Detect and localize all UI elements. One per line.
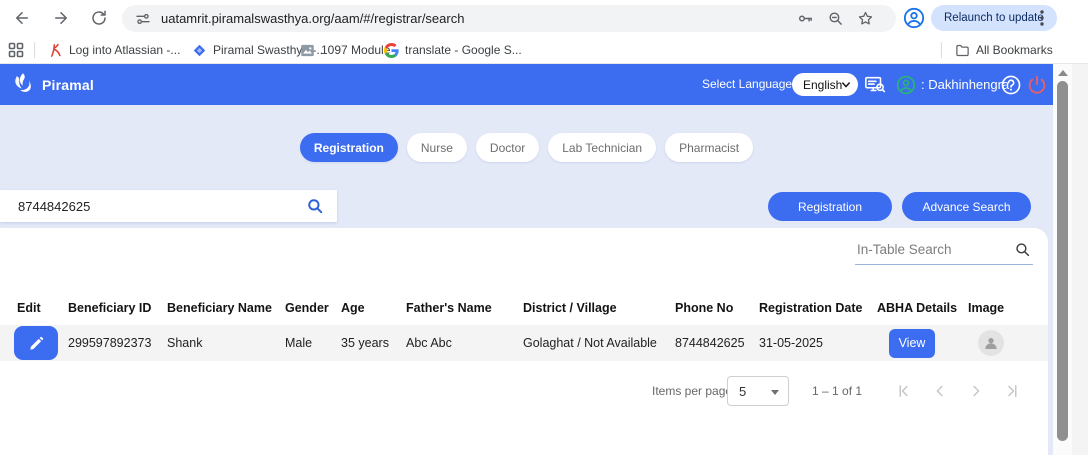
bookmark-label: translate - Google S... [405,43,522,57]
site-info-icon[interactable] [135,11,151,27]
paginator: Items per page: 5 1 – 1 of 1 [0,376,1048,406]
abha-view-button[interactable]: View [889,329,935,358]
browser-menu-icon[interactable] [1033,8,1051,28]
beneficiary-search-input[interactable] [0,190,337,222]
brand-name: Piramal [42,77,94,93]
items-per-page-value: 5 [739,384,746,399]
col-edit: Edit [17,301,68,315]
in-table-search-input[interactable] [855,236,1033,265]
forward-icon[interactable] [52,9,70,27]
page-range-label: 1 – 1 of 1 [812,384,862,398]
browser-toolbar: uatamrit.piramalswasthya.org/aam/#/regis… [0,0,1088,36]
cell-district-village: Golaghat / Not Available [523,336,675,350]
col-district-village: District / Village [523,301,675,315]
chevron-down-icon [771,390,779,395]
col-beneficiary-name: Beneficiary Name [167,301,285,315]
logout-power-icon[interactable] [1026,74,1048,96]
atlassian-bookmark-icon [48,43,63,58]
items-per-page-select[interactable]: 5 [727,376,789,406]
app-header: Piramal Select Language: English : Dakhi… [0,64,1053,105]
logged-in-username: : Dakhinhengra [921,77,1009,92]
google-g-icon [384,43,399,58]
tab-nurse[interactable]: Nurse [407,133,467,162]
user-status-icon [896,75,916,95]
cell-gender: Male [285,336,341,350]
edit-button[interactable] [14,326,58,360]
window-edge-strip [1072,64,1088,455]
role-tabs: Registration Nurse Doctor Lab Technician… [0,133,1053,162]
reload-icon[interactable] [90,9,108,27]
bookmark-label: 1097 Module [321,43,390,57]
tab-pharmacist[interactable]: Pharmacist [665,133,753,162]
items-per-page-label: Items per page: [652,384,735,398]
bookmark-google-translate[interactable]: translate - Google S... [384,41,522,59]
back-icon[interactable] [13,9,31,27]
divider [941,42,942,58]
last-page-icon[interactable] [1003,382,1021,400]
url-text[interactable]: uatamrit.piramalswasthya.org/aam/#/regis… [161,11,464,26]
scrollbar-thumb[interactable] [1057,81,1068,441]
page-viewport: Piramal Select Language: English : Dakhi… [0,64,1053,455]
scroll-up-icon[interactable] [1058,70,1068,76]
col-gender: Gender [285,301,341,315]
cell-age: 35 years [341,336,406,350]
url-bar[interactable]: uatamrit.piramalswasthya.org/aam/#/regis… [122,5,896,32]
beneficiary-avatar [978,330,1004,356]
page-scrollbar[interactable] [1053,64,1072,455]
results-card: Edit Beneficiary ID Beneficiary Name Gen… [0,228,1048,455]
all-bookmarks-label: All Bookmarks [976,43,1053,57]
col-phone-no: Phone No [675,301,759,315]
person-icon [983,335,999,351]
in-table-search [855,236,1033,265]
col-age: Age [341,301,406,315]
module-bookmark-icon [300,43,315,58]
language-value: English [803,78,842,92]
cell-beneficiary-id: 299597892373 [68,336,167,350]
help-icon[interactable] [1000,74,1022,96]
next-page-icon[interactable] [967,382,985,400]
bookmark-label: Log into Atlassian -... [69,43,180,57]
bookmark-1097-module[interactable]: 1097 Module [300,41,390,59]
first-page-icon[interactable] [895,382,913,400]
cell-phone-no: 8744842625 [675,336,759,350]
cell-father-name: Abc Abc [406,336,523,350]
table-row: 299597892373 Shank Male 35 years Abc Abc… [0,325,1048,361]
beneficiary-search [0,190,337,222]
search-icon[interactable] [306,197,324,215]
bookmarks-bar: Log into Atlassian -... Piramal Swasthya… [0,36,1088,64]
pencil-icon [29,336,44,351]
screen: uatamrit.piramalswasthya.org/aam/#/regis… [0,0,1088,455]
col-abha-details: ABHA Details [877,301,968,315]
tab-lab-technician[interactable]: Lab Technician [548,133,656,162]
chevron-down-icon [842,82,850,88]
cell-registration-date: 31-05-2025 [759,336,877,350]
divider [34,42,35,58]
previous-page-icon[interactable] [931,382,949,400]
all-bookmarks-button[interactable]: All Bookmarks [955,41,1053,59]
language-select[interactable]: English [792,73,858,96]
browser-profile-icon[interactable] [903,7,925,29]
piramal-logo-icon [10,71,37,98]
col-fathers-name: Father's Name [406,301,523,315]
advance-search-button[interactable]: Advance Search [902,192,1031,221]
bookmark-atlassian[interactable]: Log into Atlassian -... [48,41,180,59]
col-registration-date: Registration Date [759,301,877,315]
table-header-row: Edit Beneficiary ID Beneficiary Name Gen… [0,294,1048,322]
apps-grid-icon[interactable] [8,42,24,58]
screen-reader-icon[interactable] [864,74,886,96]
col-beneficiary-id: Beneficiary ID [68,301,167,315]
zoom-out-icon[interactable] [827,10,844,27]
in-table-search-icon[interactable] [1014,241,1031,258]
col-image: Image [968,301,1048,315]
tab-registration[interactable]: Registration [300,133,398,162]
tab-doctor[interactable]: Doctor [476,133,539,162]
select-language-label: Select Language: [702,77,795,91]
piramal-swasthya-bookmark-icon [192,43,207,58]
bookmark-star-icon[interactable] [857,10,874,27]
folder-icon [955,43,970,58]
cell-beneficiary-name: Shank [167,336,285,350]
registration-button[interactable]: Registration [768,192,892,221]
password-key-icon[interactable] [797,10,814,27]
brand: Piramal [10,71,94,98]
